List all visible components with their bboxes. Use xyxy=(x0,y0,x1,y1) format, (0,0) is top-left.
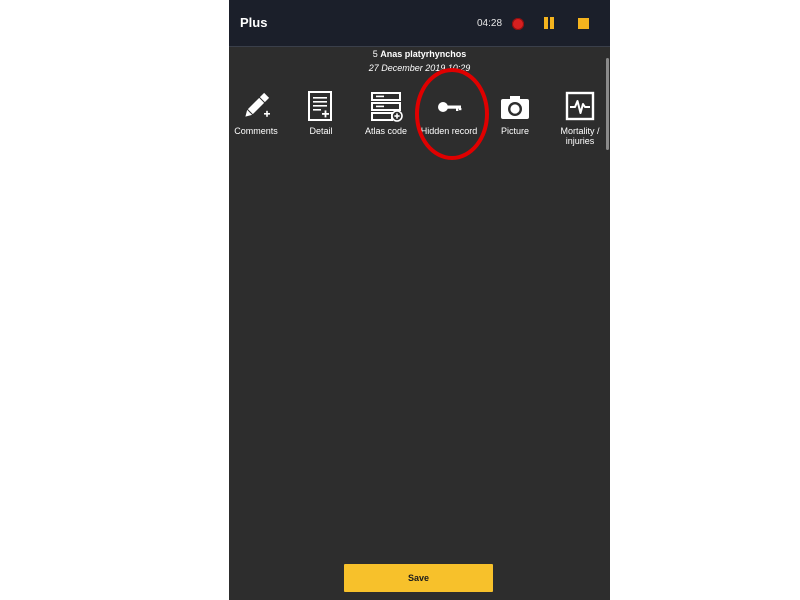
tool-label: Picture xyxy=(500,126,529,136)
tool-label: Detail xyxy=(309,126,333,136)
document-plus-icon xyxy=(308,91,332,121)
record-species-line: 5 Anas platyrhynchos xyxy=(229,49,610,59)
key-icon xyxy=(438,102,462,112)
tool-comments[interactable]: Comments xyxy=(229,90,287,156)
record-icon[interactable] xyxy=(512,18,524,30)
record-count: 5 xyxy=(372,49,378,59)
page-title: Plus xyxy=(240,15,268,30)
tool-label: Mortality / injuries xyxy=(560,126,600,146)
tool-atlas-code[interactable]: Atlas code xyxy=(355,90,417,156)
scrollbar[interactable] xyxy=(606,58,609,150)
app-screen: Plus 04:28 5 Anas platyrhynchos 27 Decem… xyxy=(229,0,610,600)
tool-detail[interactable]: Detail xyxy=(290,90,352,156)
top-bar: Plus 04:28 xyxy=(229,0,610,47)
tool-label: Hidden record xyxy=(420,126,478,136)
pencil-plus-icon xyxy=(245,92,270,117)
action-toolbar: Comments Detail Atlas code Hidden record… xyxy=(229,90,610,160)
species-name: Anas platyrhynchos xyxy=(380,49,467,59)
heartbeat-icon xyxy=(565,91,595,121)
stop-icon[interactable] xyxy=(578,18,589,29)
tool-label: Comments xyxy=(234,126,278,136)
tool-label: Atlas code xyxy=(364,126,408,136)
recording-timer: 04:28 xyxy=(477,18,503,29)
tool-picture[interactable]: Picture xyxy=(484,90,546,156)
pause-icon[interactable] xyxy=(543,17,555,29)
camera-icon xyxy=(501,96,529,119)
record-datetime: 27 December 2019 10:29 xyxy=(368,63,471,73)
tool-mortality-injuries[interactable]: Mortality / injuries xyxy=(549,90,610,156)
save-button[interactable]: Save xyxy=(344,564,493,592)
tool-hidden-record[interactable]: Hidden record xyxy=(418,90,480,156)
server-plus-icon xyxy=(371,92,403,122)
